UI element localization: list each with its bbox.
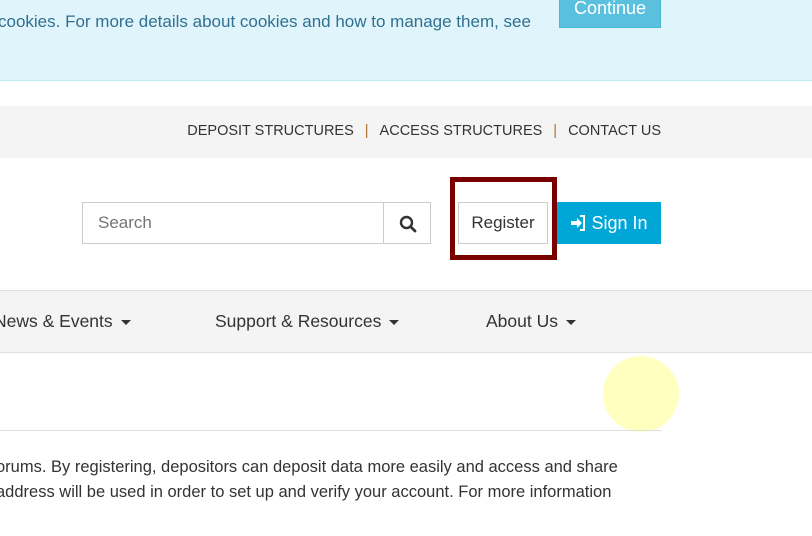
cookie-banner-text: cookies. For more details about cookies …: [0, 12, 531, 31]
nav-about-us[interactable]: About Us: [486, 311, 576, 332]
caret-down-icon: [565, 319, 576, 325]
cursor-highlight: [603, 356, 679, 432]
content-line: address will be used in order to set up …: [0, 483, 612, 501]
search-input[interactable]: [82, 202, 384, 244]
contact-us-link[interactable]: CONTACT US: [568, 123, 661, 139]
sign-in-label: Sign In: [591, 213, 648, 233]
divider: [0, 430, 661, 431]
content-line: orums. By registering, depositors can de…: [0, 458, 618, 476]
deposit-structures-link[interactable]: DEPOSIT STRUCTURES: [187, 123, 354, 139]
sign-in-button[interactable]: Sign In: [557, 202, 661, 244]
access-structures-link[interactable]: ACCESS STRUCTURES: [380, 123, 543, 139]
continue-button[interactable]: Continue: [559, 0, 661, 28]
caret-down-icon: [389, 319, 400, 325]
search-button[interactable]: [383, 202, 431, 244]
separator: |: [364, 123, 369, 139]
nav-label: News & Events: [0, 311, 113, 331]
nav-news-events[interactable]: News & Events: [0, 311, 131, 332]
nav-label: About Us: [486, 311, 558, 331]
nav-support-resources[interactable]: Support & Resources: [215, 311, 400, 332]
utility-links: DEPOSIT STRUCTURES | ACCESS STRUCTURES | CON…: [187, 123, 661, 139]
separator: |: [553, 123, 558, 139]
search-icon: [399, 215, 417, 233]
nav-label: Support & Resources: [215, 311, 382, 331]
caret-down-icon: [120, 319, 131, 325]
register-button[interactable]: Register: [458, 202, 548, 244]
sign-in-icon: [571, 215, 586, 231]
